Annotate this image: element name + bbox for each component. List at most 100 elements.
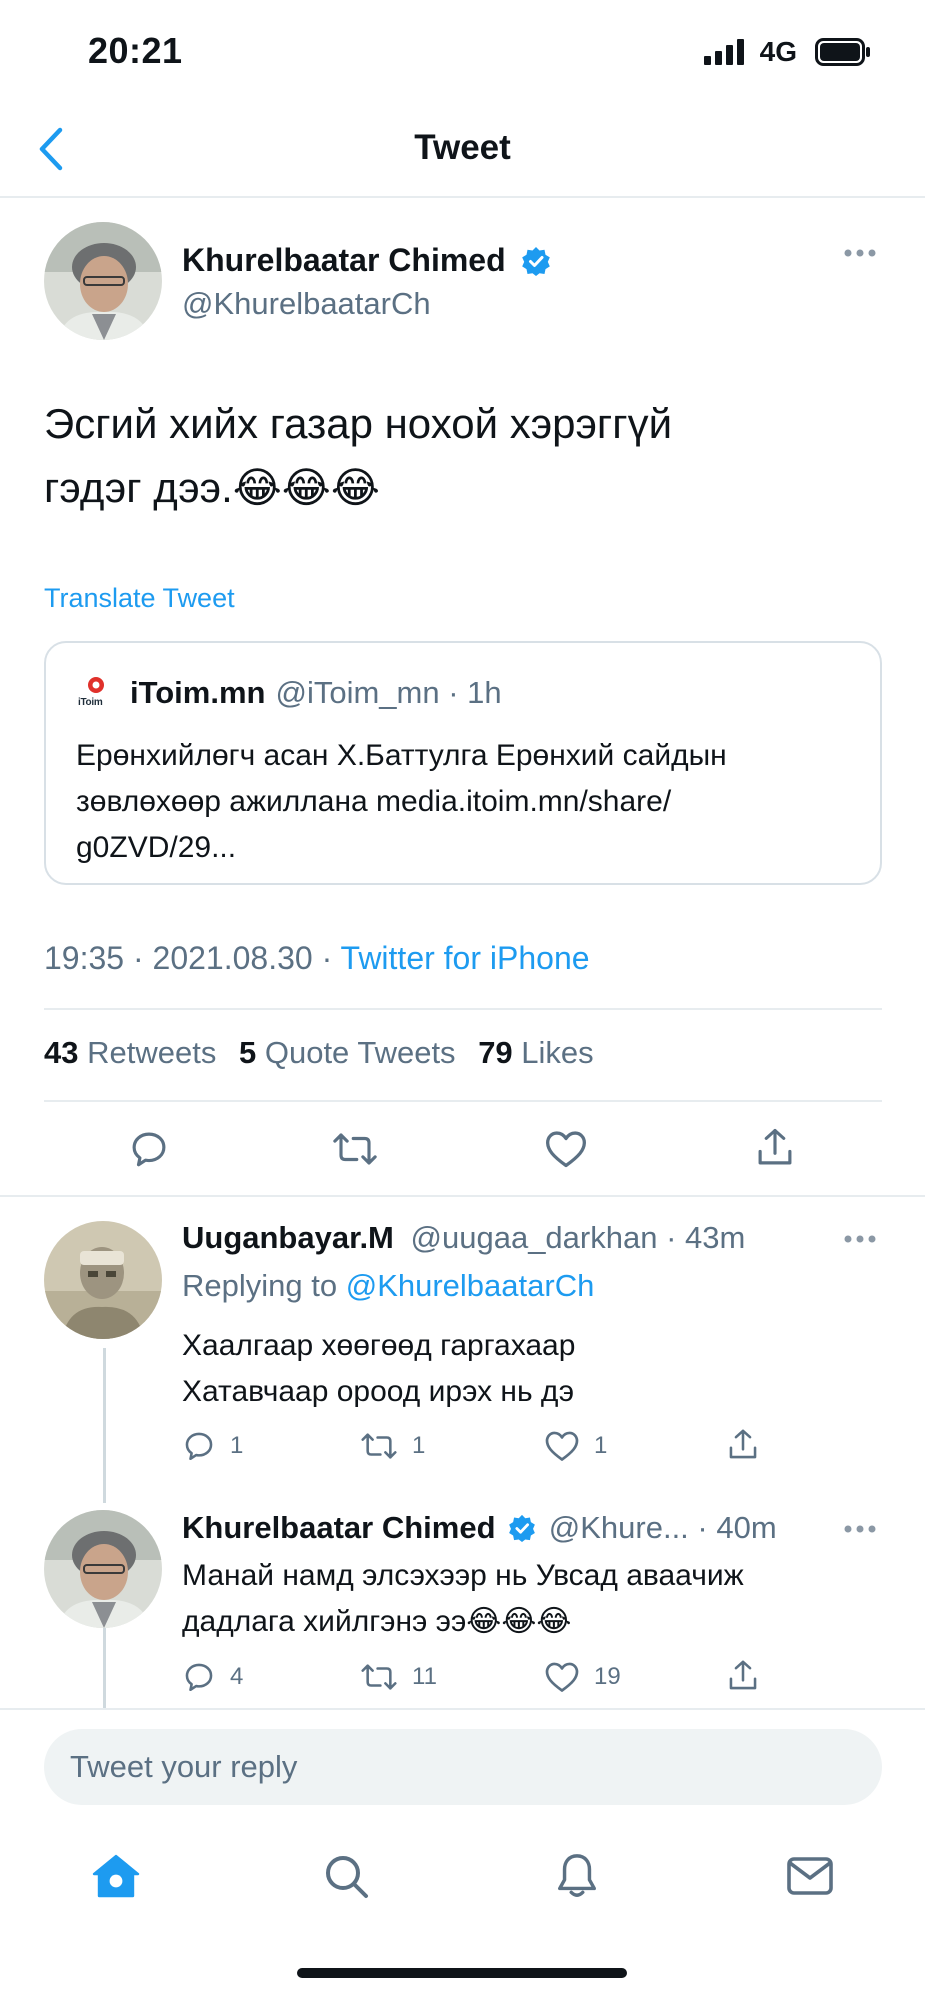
more-icon: [844, 1235, 876, 1243]
status-time: 20:21: [88, 30, 183, 71]
like-count: 1: [594, 1432, 608, 1459]
reply-icon: [185, 1432, 213, 1461]
share-button[interactable]: [754, 1126, 796, 1175]
retweet-button[interactable]: 11: [360, 1660, 437, 1694]
reply-header: Khurelbaatar Chimed @Khure... · 40m: [182, 1510, 777, 1546]
quoted-author-name: iToim.mn: [130, 675, 266, 710]
share-button[interactable]: [726, 1658, 760, 1699]
reply-header: Uuganbayar.M @uugaa_darkhan · 43m: [182, 1220, 745, 1256]
page-title: Tweet: [414, 128, 511, 167]
reply-text-line: Манай намд элсэхээр нь Увсад аваачиж: [182, 1559, 744, 1592]
quoted-handle-time: @iToim_mn · 1h: [275, 675, 502, 710]
retweet-icon: [361, 1433, 397, 1459]
reply-text: Хаалгаар хөөгөөд гаргахаар Хатавчаар оро…: [182, 1323, 575, 1415]
retweet-count: 1: [412, 1432, 426, 1459]
itoim-logo: iToim: [76, 673, 116, 713]
network-label: 4G: [759, 36, 797, 67]
author-name[interactable]: Khurelbaatar Chimed: [182, 242, 506, 278]
verified-icon: [509, 1514, 536, 1542]
tweet-text-line: Эсгий хийх газар нохой хэрэггүй: [44, 400, 673, 447]
reply-text: Манай намд элсэхээр нь Увсад аваачиж дад…: [182, 1553, 744, 1645]
heart-icon: [545, 1662, 579, 1692]
reply-avatar[interactable]: [44, 1510, 162, 1628]
home-icon: [92, 1854, 140, 1898]
like-button[interactable]: [544, 1128, 588, 1175]
divider: [44, 1008, 882, 1010]
heart-icon: [545, 1431, 579, 1461]
reply-handle-time: @uugaa_darkhan · 43m: [410, 1220, 746, 1255]
reply-text-line: дадлага хийлгэнэ ээ😂😂😂: [182, 1605, 572, 1638]
tweet-source-link[interactable]: Twitter for iPhone: [341, 940, 590, 976]
share-icon: [729, 1429, 757, 1459]
reply-count: 1: [230, 1432, 244, 1459]
quoted-text-line: g0ZVD/29...: [76, 831, 237, 864]
more-icon: [844, 249, 876, 257]
reply-button[interactable]: 4: [182, 1660, 243, 1694]
divider: [0, 196, 925, 198]
reply-input[interactable]: Tweet your reply: [44, 1729, 882, 1805]
tweet-timestamp: 19:35 · 2021.08.30 ·: [44, 940, 341, 976]
share-icon: [758, 1128, 792, 1165]
tweet-text: Эсгий хийх газар нохой хэрэггүй гэдэг дэ…: [44, 392, 874, 520]
home-indicator: [297, 1968, 627, 1978]
divider: [0, 1195, 925, 1197]
mail-icon: [787, 1857, 833, 1895]
reply-handle-time: @Khure... · 40m: [548, 1510, 777, 1545]
quoted-tweet-card[interactable]: iToim iToim.mn @iToim_mn · 1h Ерөнхийлөг…: [44, 641, 882, 885]
reply-author-name[interactable]: Uuganbayar.M: [182, 1220, 394, 1255]
retweets-stat[interactable]: 43 Retweets: [44, 1035, 216, 1070]
reply-icon: [185, 1663, 213, 1692]
retweet-count: 11: [412, 1663, 437, 1690]
tweet-meta: 19:35 · 2021.08.30 · Twitter for iPhone: [44, 940, 590, 977]
tweet-text-line: гэдэг дээ.😂😂😂: [44, 464, 380, 511]
retweet-button[interactable]: 1: [360, 1429, 425, 1463]
quoted-tweet-header: iToim iToim.mn @iToim_mn · 1h: [76, 673, 502, 713]
quoted-tweet-text: Ерөнхийлөгч асан Х.Баттулга Ерөнхий сайд…: [76, 733, 856, 871]
replying-to-handle[interactable]: @KhurelbaatarCh: [346, 1268, 595, 1303]
quoted-text-line: зөвлөхөөр ажиллана media.itoim.mn/share/: [76, 785, 672, 818]
retweet-icon: [361, 1664, 397, 1690]
like-count: 19: [594, 1663, 621, 1690]
verified-icon: [521, 246, 550, 276]
reply-count: 4: [230, 1663, 244, 1690]
battery-icon: [815, 38, 870, 66]
more-icon: [844, 1525, 876, 1533]
reply-input-placeholder: Tweet your reply: [70, 1749, 298, 1784]
share-button[interactable]: [726, 1427, 760, 1468]
tab-messages[interactable]: [786, 1856, 834, 1901]
tab-search[interactable]: [322, 1852, 370, 1905]
signal-icon: [703, 39, 744, 65]
bell-icon: [558, 1854, 596, 1897]
quotes-stat[interactable]: 5 Quote Tweets: [239, 1035, 456, 1070]
share-icon: [729, 1660, 757, 1690]
divider: [0, 1708, 925, 1710]
author-row: Khurelbaatar Chimed: [182, 242, 551, 279]
like-button[interactable]: 19: [544, 1660, 621, 1694]
reply-button[interactable]: 1: [182, 1429, 243, 1463]
like-button[interactable]: 1: [544, 1429, 607, 1463]
thread-line: [103, 1348, 106, 1503]
likes-stat[interactable]: 79 Likes: [478, 1035, 593, 1070]
author-avatar[interactable]: [44, 222, 162, 340]
tab-notifications[interactable]: [554, 1851, 600, 1906]
reply-text-line: Хатавчаар ороод ирэх нь дэ: [182, 1375, 575, 1408]
tweet-stats: 43 Retweets 5 Quote Tweets 79 Likes: [44, 1035, 594, 1071]
reply-avatar[interactable]: [44, 1221, 162, 1339]
reply-more-button[interactable]: [843, 1522, 877, 1540]
status-indicators: 4G: [703, 36, 871, 68]
translate-tweet-link[interactable]: Translate Tweet: [44, 583, 235, 614]
retweet-button[interactable]: [332, 1128, 378, 1175]
replying-to: Replying to @KhurelbaatarCh: [182, 1268, 595, 1303]
quoted-text-line: Ерөнхийлөгч асан Х.Баттулга Ерөнхий сайд…: [76, 739, 727, 772]
more-options-button[interactable]: [843, 246, 877, 264]
heart-icon: [546, 1131, 586, 1168]
reply-button[interactable]: [128, 1128, 170, 1175]
retweet-icon: [333, 1133, 377, 1165]
reply-text-line: Хаалгаар хөөгөөд гаргахаар: [182, 1329, 576, 1362]
reply-more-button[interactable]: [843, 1232, 877, 1250]
tab-home[interactable]: [92, 1853, 140, 1904]
reply-author-name[interactable]: Khurelbaatar Chimed: [182, 1510, 496, 1545]
divider: [44, 1100, 882, 1102]
author-handle[interactable]: @KhurelbaatarCh: [182, 286, 431, 322]
search-icon: [326, 1856, 368, 1898]
